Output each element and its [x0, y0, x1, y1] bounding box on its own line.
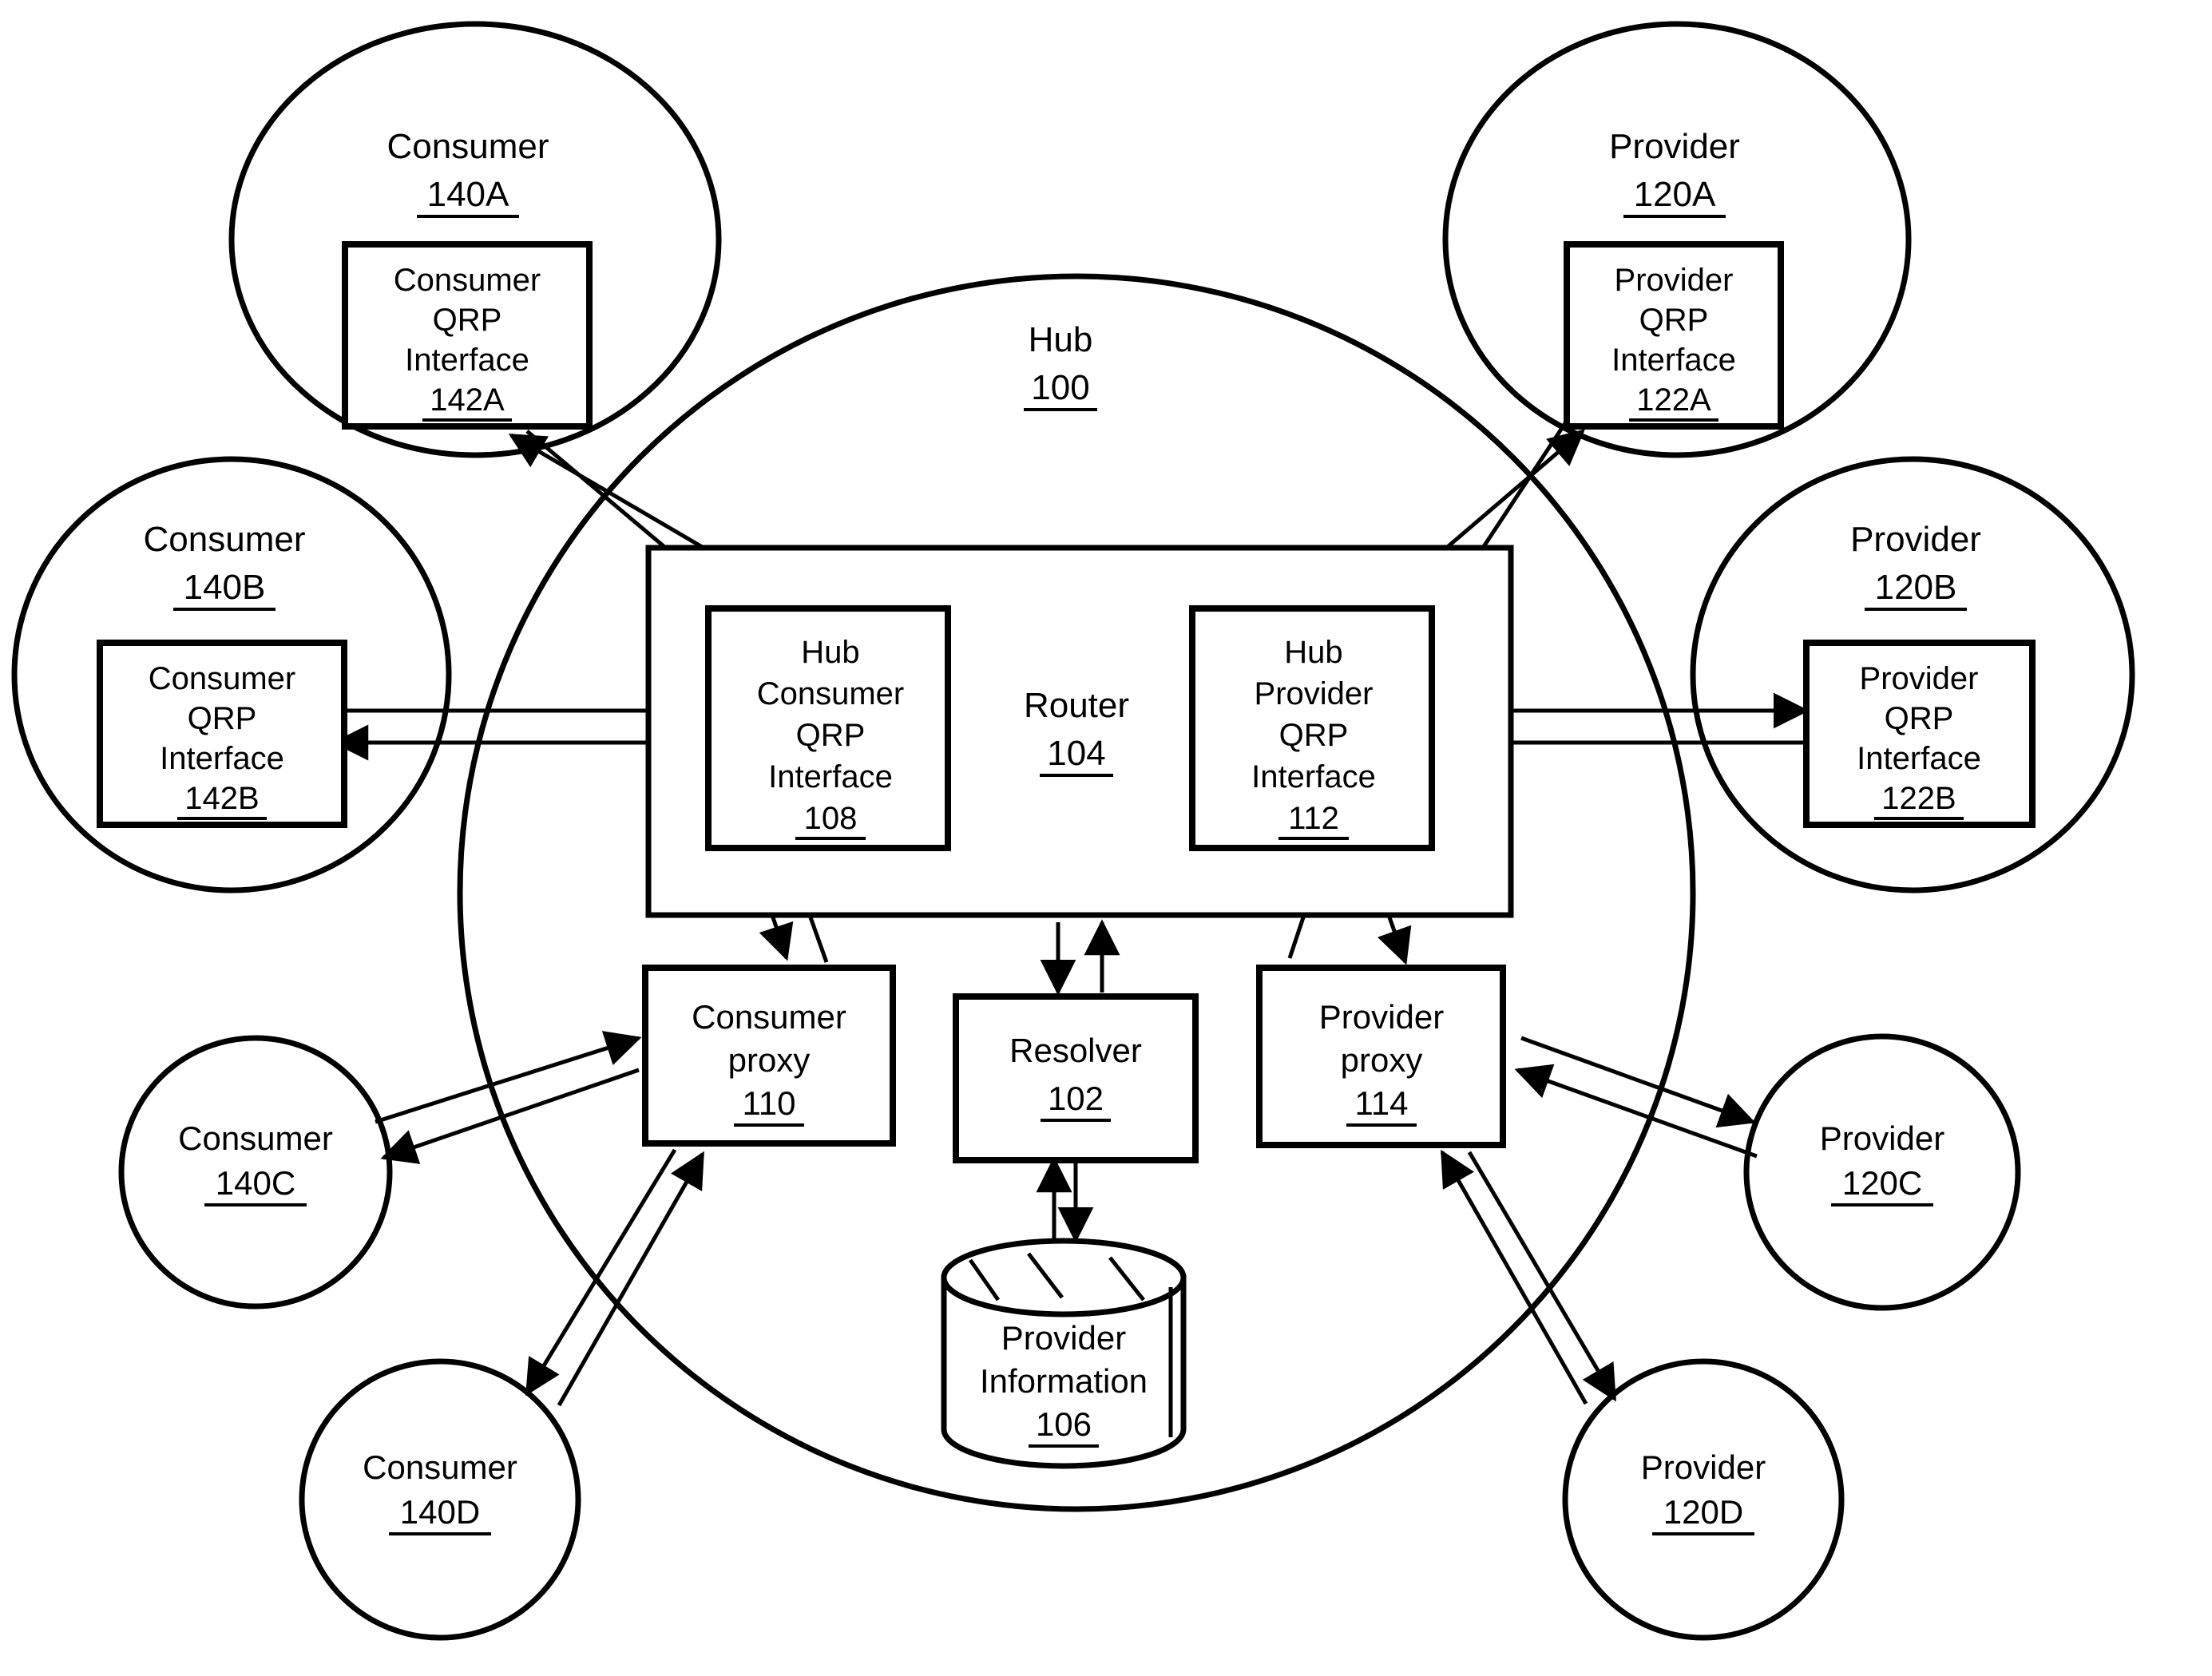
consumer-proxy-line1: Consumer [692, 998, 846, 1036]
provider-122b-line1: Provider [1860, 661, 1979, 696]
provider-122b-line3: Interface [1857, 741, 1981, 776]
consumer-140a-label: Consumer [387, 127, 549, 166]
hcqi-line3: QRP [796, 718, 866, 753]
figure-canvas: Hub 100 Router 104 Hub Consumer QRP Inte… [0, 0, 2212, 1676]
consumer-proxy-line2: proxy [728, 1041, 811, 1079]
hpqi-line3: QRP [1279, 718, 1349, 753]
router-ref: 104 [1047, 734, 1105, 773]
provider-120a-label: Provider [1609, 127, 1740, 166]
hpqi-ref: 112 [1288, 801, 1339, 836]
provider-proxy-line2: proxy [1341, 1041, 1423, 1079]
consumer-140a-ref: 140A [427, 175, 509, 214]
store-line1: Provider [1001, 1319, 1126, 1357]
hcqi-line2: Consumer [757, 676, 905, 711]
consumer-142b-ref: 142B [184, 781, 259, 816]
consumer-proxy-ref: 110 [743, 1084, 796, 1122]
resolver-box [953, 993, 1199, 1163]
hcqi-line4: Interface [768, 759, 893, 794]
provider-122a-line3: Interface [1611, 343, 1736, 378]
hub-ref: 100 [1031, 368, 1089, 407]
hpqi-line4: Interface [1251, 759, 1376, 794]
provider-120a-ref: 120A [1634, 175, 1716, 214]
provider-120b-ref: 120B [1875, 568, 1957, 607]
store-line2: Information [980, 1362, 1148, 1400]
provider-proxy-line1: Provider [1319, 998, 1444, 1036]
consumer-140c-label: Consumer [178, 1119, 333, 1157]
consumer-142a-line3: Interface [405, 343, 529, 378]
consumer-140b-label: Consumer [144, 520, 306, 559]
provider-proxy-ref: 114 [1355, 1084, 1409, 1122]
resolver-label: Resolver [1009, 1032, 1142, 1069]
consumer-142a-line1: Consumer [394, 263, 541, 298]
hpqi-line1: Hub [1284, 635, 1342, 670]
consumer-142a-ref: 142A [430, 382, 505, 418]
provider-120c-label: Provider [1820, 1119, 1944, 1157]
consumer-142b-line3: Interface [160, 741, 284, 776]
provider-122a-ref: 122A [1636, 382, 1711, 418]
hcqi-line1: Hub [801, 635, 859, 670]
hpqi-line2: Provider [1255, 676, 1374, 711]
consumer-140c-ref: 140C [216, 1164, 295, 1202]
provider-122b-ref: 122B [1881, 781, 1956, 816]
hub-label: Hub [1029, 320, 1093, 359]
provider-120b-label: Provider [1850, 520, 1981, 559]
consumer-142b-line2: QRP [188, 701, 257, 736]
provider-122b-line2: QRP [1885, 701, 1954, 736]
consumer-140b-ref: 140B [184, 568, 266, 607]
consumer-140d-label: Consumer [363, 1448, 517, 1486]
store-ref: 106 [1036, 1405, 1092, 1443]
hcqi-ref: 108 [804, 801, 858, 836]
consumer-142b-line1: Consumer [149, 661, 296, 696]
resolver-ref: 102 [1048, 1080, 1104, 1117]
provider-120d-label: Provider [1641, 1448, 1766, 1486]
provider-122a-line2: QRP [1639, 303, 1709, 338]
consumer-140d-ref: 140D [400, 1493, 480, 1531]
consumer-142a-line2: QRP [433, 303, 502, 338]
provider-120d-ref: 120D [1663, 1493, 1743, 1531]
provider-120c-ref: 120C [1842, 1164, 1922, 1202]
router-label: Router [1024, 686, 1129, 725]
provider-122a-line1: Provider [1615, 263, 1734, 298]
